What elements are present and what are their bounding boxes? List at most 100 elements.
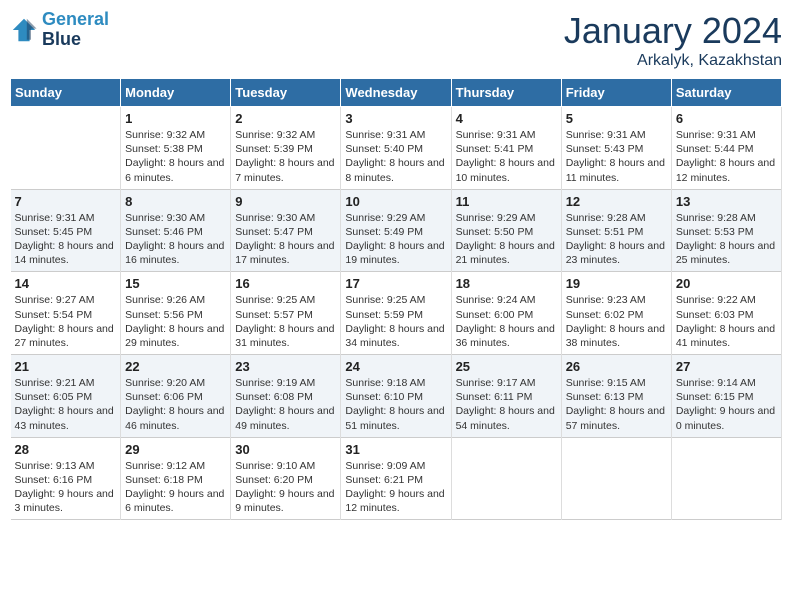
- day-info: Sunrise: 9:19 AMSunset: 6:08 PMDaylight:…: [235, 376, 336, 433]
- week-row: 14Sunrise: 9:27 AMSunset: 5:54 PMDayligh…: [11, 272, 782, 355]
- day-number: 12: [566, 194, 667, 209]
- day-info: Sunrise: 9:13 AMSunset: 6:16 PMDaylight:…: [15, 459, 117, 516]
- day-info: Sunrise: 9:30 AMSunset: 5:46 PMDaylight:…: [125, 211, 226, 268]
- day-cell: 24Sunrise: 9:18 AMSunset: 6:10 PMDayligh…: [341, 355, 451, 438]
- header-row: SundayMondayTuesdayWednesdayThursdayFrid…: [11, 79, 782, 107]
- title-area: January 2024 Arkalyk, Kazakhstan: [564, 10, 782, 70]
- day-cell: 10 Sunrise: 9:29 AMSunset: 5:49 PMDayligh…: [341, 189, 451, 272]
- day-cell: 3 Sunrise: 9:31 AMSunset: 5:40 PMDaylight…: [341, 107, 451, 190]
- day-info: Sunrise: 9:31 AMSunset: 5:40 PMDaylight:…: [345, 128, 446, 185]
- day-info: Sunrise: 9:23 AMSunset: 6:02 PMDaylight:…: [566, 293, 667, 350]
- week-row: 21 Sunrise: 9:21 AMSunset: 6:05 PMDayligh…: [11, 355, 782, 438]
- day-cell: 4 Sunrise: 9:31 AMSunset: 5:41 PMDaylight…: [451, 107, 561, 190]
- day-cell: [451, 437, 561, 520]
- day-cell: 30 Sunrise: 9:10 AMSunset: 6:20 PMDayligh…: [231, 437, 341, 520]
- day-info: Sunrise: 9:28 AMSunset: 5:53 PMDaylight:…: [676, 211, 777, 268]
- day-cell: 26Sunrise: 9:15 AMSunset: 6:13 PMDayligh…: [561, 355, 671, 438]
- day-cell: 21 Sunrise: 9:21 AMSunset: 6:05 PMDayligh…: [11, 355, 121, 438]
- day-number: 3: [345, 111, 446, 126]
- day-info: Sunrise: 9:32 AMSunset: 5:39 PMDaylight:…: [235, 128, 336, 185]
- day-cell: 8 Sunrise: 9:30 AMSunset: 5:46 PMDaylight…: [121, 189, 231, 272]
- day-number: 4: [456, 111, 557, 126]
- day-header: Tuesday: [231, 79, 341, 107]
- day-number: 27: [676, 359, 777, 374]
- day-info: Sunrise: 9:24 AMSunset: 6:00 PMDaylight:…: [456, 293, 557, 350]
- day-info: Sunrise: 9:26 AMSunset: 5:56 PMDaylight:…: [125, 293, 226, 350]
- day-cell: [11, 107, 121, 190]
- day-header: Thursday: [451, 79, 561, 107]
- day-info: Sunrise: 9:30 AMSunset: 5:47 PMDaylight:…: [235, 211, 336, 268]
- day-info: Sunrise: 9:31 AMSunset: 5:44 PMDaylight:…: [676, 128, 777, 185]
- day-cell: 29Sunrise: 9:12 AMSunset: 6:18 PMDayligh…: [121, 437, 231, 520]
- day-header: Monday: [121, 79, 231, 107]
- day-number: 6: [676, 111, 777, 126]
- day-number: 19: [566, 276, 667, 291]
- day-info: Sunrise: 9:10 AMSunset: 6:20 PMDaylight:…: [235, 459, 336, 516]
- day-cell: 11 Sunrise: 9:29 AMSunset: 5:50 PMDayligh…: [451, 189, 561, 272]
- day-number: 2: [235, 111, 336, 126]
- day-number: 28: [15, 442, 117, 457]
- day-cell: 17 Sunrise: 9:25 AMSunset: 5:59 PMDayligh…: [341, 272, 451, 355]
- day-cell: 7 Sunrise: 9:31 AMSunset: 5:45 PMDaylight…: [11, 189, 121, 272]
- day-number: 22: [125, 359, 226, 374]
- day-info: Sunrise: 9:29 AMSunset: 5:50 PMDaylight:…: [456, 211, 557, 268]
- day-info: Sunrise: 9:31 AMSunset: 5:41 PMDaylight:…: [456, 128, 557, 185]
- day-header: Friday: [561, 79, 671, 107]
- day-cell: 13 Sunrise: 9:28 AMSunset: 5:53 PMDayligh…: [671, 189, 781, 272]
- day-info: Sunrise: 9:17 AMSunset: 6:11 PMDaylight:…: [456, 376, 557, 433]
- day-number: 17: [345, 276, 446, 291]
- day-info: Sunrise: 9:25 AMSunset: 5:59 PMDaylight:…: [345, 293, 446, 350]
- day-cell: 1Sunrise: 9:32 AMSunset: 5:38 PMDaylight…: [121, 107, 231, 190]
- day-number: 9: [235, 194, 336, 209]
- day-number: 20: [676, 276, 777, 291]
- day-cell: 12 Sunrise: 9:28 AMSunset: 5:51 PMDayligh…: [561, 189, 671, 272]
- day-cell: 6 Sunrise: 9:31 AMSunset: 5:44 PMDaylight…: [671, 107, 781, 190]
- day-number: 13: [676, 194, 777, 209]
- day-number: 16: [235, 276, 336, 291]
- calendar-table: SundayMondayTuesdayWednesdayThursdayFrid…: [10, 78, 782, 520]
- day-number: 30: [235, 442, 336, 457]
- day-info: Sunrise: 9:31 AMSunset: 5:43 PMDaylight:…: [566, 128, 667, 185]
- day-info: Sunrise: 9:14 AMSunset: 6:15 PMDaylight:…: [676, 376, 777, 433]
- day-header: Wednesday: [341, 79, 451, 107]
- day-info: Sunrise: 9:09 AMSunset: 6:21 PMDaylight:…: [345, 459, 446, 516]
- logo-icon: [10, 16, 38, 44]
- day-info: Sunrise: 9:25 AMSunset: 5:57 PMDaylight:…: [235, 293, 336, 350]
- week-row: 7 Sunrise: 9:31 AMSunset: 5:45 PMDaylight…: [11, 189, 782, 272]
- day-number: 10: [345, 194, 446, 209]
- day-number: 7: [15, 194, 117, 209]
- month-title: January 2024: [564, 10, 782, 52]
- day-cell: 27 Sunrise: 9:14 AMSunset: 6:15 PMDayligh…: [671, 355, 781, 438]
- day-cell: 15 Sunrise: 9:26 AMSunset: 5:56 PMDayligh…: [121, 272, 231, 355]
- week-row: 1Sunrise: 9:32 AMSunset: 5:38 PMDaylight…: [11, 107, 782, 190]
- day-info: Sunrise: 9:15 AMSunset: 6:13 PMDaylight:…: [566, 376, 667, 433]
- day-info: Sunrise: 9:18 AMSunset: 6:10 PMDaylight:…: [345, 376, 446, 433]
- day-number: 15: [125, 276, 226, 291]
- day-cell: 28 Sunrise: 9:13 AMSunset: 6:16 PMDayligh…: [11, 437, 121, 520]
- day-info: Sunrise: 9:28 AMSunset: 5:51 PMDaylight:…: [566, 211, 667, 268]
- location: Arkalyk, Kazakhstan: [564, 52, 782, 70]
- day-cell: [561, 437, 671, 520]
- day-cell: 18Sunrise: 9:24 AMSunset: 6:00 PMDayligh…: [451, 272, 561, 355]
- day-info: Sunrise: 9:29 AMSunset: 5:49 PMDaylight:…: [345, 211, 446, 268]
- day-cell: 16 Sunrise: 9:25 AMSunset: 5:57 PMDayligh…: [231, 272, 341, 355]
- logo-text: General Blue: [42, 10, 109, 50]
- day-info: Sunrise: 9:20 AMSunset: 6:06 PMDaylight:…: [125, 376, 226, 433]
- day-cell: 25Sunrise: 9:17 AMSunset: 6:11 PMDayligh…: [451, 355, 561, 438]
- day-number: 31: [345, 442, 446, 457]
- day-cell: 20 Sunrise: 9:22 AMSunset: 6:03 PMDayligh…: [671, 272, 781, 355]
- logo: General Blue: [10, 10, 109, 50]
- day-cell: 14Sunrise: 9:27 AMSunset: 5:54 PMDayligh…: [11, 272, 121, 355]
- day-header: Saturday: [671, 79, 781, 107]
- day-info: Sunrise: 9:27 AMSunset: 5:54 PMDaylight:…: [15, 293, 117, 350]
- page-header: General Blue January 2024 Arkalyk, Kazak…: [10, 10, 782, 70]
- day-number: 1: [125, 111, 226, 126]
- day-number: 8: [125, 194, 226, 209]
- day-info: Sunrise: 9:31 AMSunset: 5:45 PMDaylight:…: [15, 211, 117, 268]
- day-header: Sunday: [11, 79, 121, 107]
- day-info: Sunrise: 9:21 AMSunset: 6:05 PMDaylight:…: [15, 376, 117, 433]
- day-cell: [671, 437, 781, 520]
- day-info: Sunrise: 9:22 AMSunset: 6:03 PMDaylight:…: [676, 293, 777, 350]
- day-number: 11: [456, 194, 557, 209]
- day-number: 21: [15, 359, 117, 374]
